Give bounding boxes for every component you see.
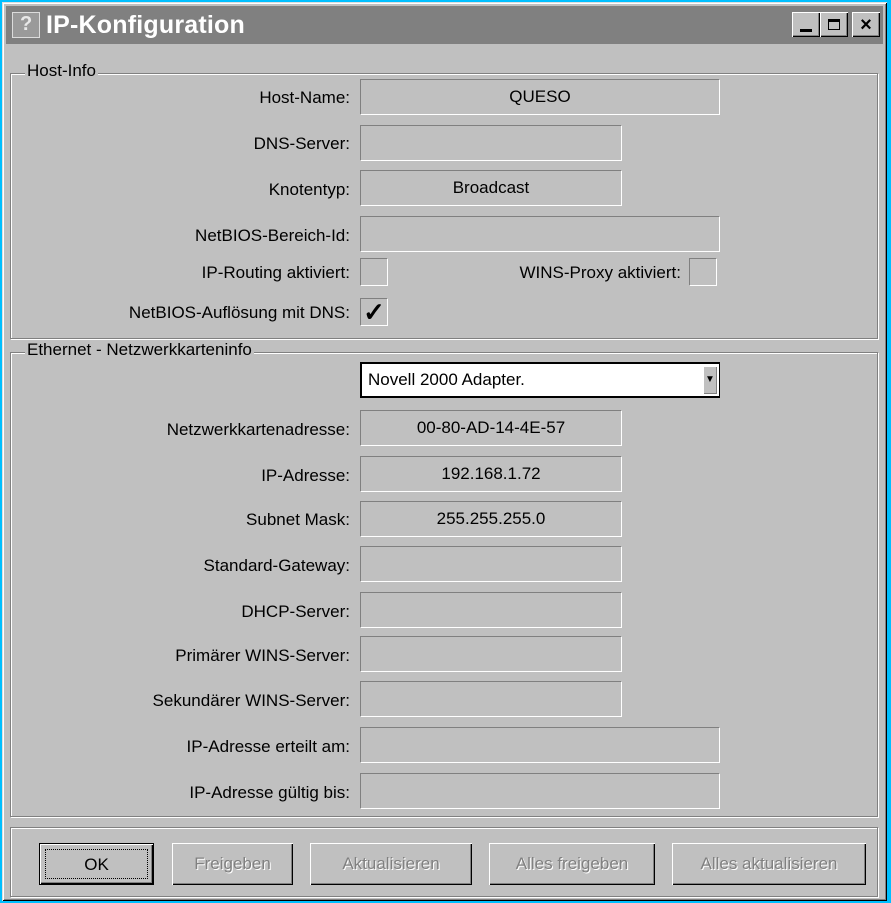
host-name-field: QUESO [360,79,720,115]
adapter-address-label: Netzwerkkartenadresse: [166,420,350,439]
adapter-address-field: 00-80-AD-14-4E-57 [360,410,622,446]
netbios-dns-checkbox[interactable]: ✓ [360,298,388,326]
dns-server-field [360,125,622,161]
wins-proxy-checkbox[interactable] [689,258,717,286]
subnet-mask-field: 255.255.255.0 [360,501,622,537]
netbios-scope-field [360,216,720,252]
maximize-button[interactable] [820,12,848,37]
maximize-icon [828,19,840,30]
release-all-button-label: Alles freigeben [515,854,629,873]
node-type-field: Broadcast [360,170,622,206]
window-title: IP-Konfiguration [46,10,246,39]
lease-expires-field [360,773,720,809]
host-info-group-label: Host-Info [25,61,98,81]
dropdown-arrow-icon[interactable]: ▼ [703,366,717,394]
renew-all-button-label: Alles aktualisieren [700,854,838,873]
release-button[interactable]: Freigeben [172,843,293,885]
ip-address-field: 192.168.1.72 [360,456,622,492]
wins-primary-label: Primärer WINS-Server: [175,646,350,665]
checkmark-icon: ✓ [363,297,385,327]
netbios-scope-label: NetBIOS-Bereich-Id: [195,226,350,245]
minimize-icon [800,29,812,32]
adapter-select[interactable]: Novell 2000 Adapter. ▼ [360,362,720,398]
close-button[interactable]: × [852,12,880,37]
renew-button-label: Aktualisieren [342,854,440,873]
release-button-label: Freigeben [194,854,271,873]
gateway-label: Standard-Gateway: [203,556,350,575]
dhcp-server-label: DHCP-Server: [241,602,350,621]
wins-proxy-label: WINS-Proxy aktiviert: [519,263,681,282]
minimize-button[interactable] [792,12,820,37]
app-icon[interactable]: ? [12,12,40,38]
lease-obtained-field [360,727,720,763]
lease-obtained-label: IP-Adresse erteilt am: [186,737,350,756]
close-icon: × [860,13,872,36]
title-bar[interactable]: ? IP-Konfiguration × [6,6,883,44]
focus-rect [45,849,148,879]
ok-button[interactable]: OK [39,843,154,885]
gateway-field [360,546,622,582]
lease-expires-label: IP-Adresse gültig bis: [189,783,350,802]
adapter-select-value: Novell 2000 Adapter. [368,370,525,389]
wins-secondary-field [360,681,622,717]
ip-routing-label: IP-Routing aktiviert: [201,263,350,282]
node-type-label: Knotentyp: [268,180,350,199]
subnet-mask-label: Subnet Mask: [246,510,350,529]
wins-secondary-label: Sekundärer WINS-Server: [152,691,350,710]
renew-button[interactable]: Aktualisieren [310,843,472,885]
release-all-button[interactable]: Alles freigeben [489,843,655,885]
ip-routing-checkbox[interactable] [360,258,388,286]
wins-primary-field [360,636,622,672]
dns-server-label: DNS-Server: [253,134,350,153]
ip-address-label: IP-Adresse: [261,466,350,485]
netbios-dns-label: NetBIOS-Auflösung mit DNS: [128,303,350,322]
renew-all-button[interactable]: Alles aktualisieren [672,843,866,885]
dhcp-server-field [360,592,622,628]
ethernet-group-label: Ethernet - Netzwerkkarteninfo [25,340,254,360]
host-name-label: Host-Name: [259,88,350,107]
